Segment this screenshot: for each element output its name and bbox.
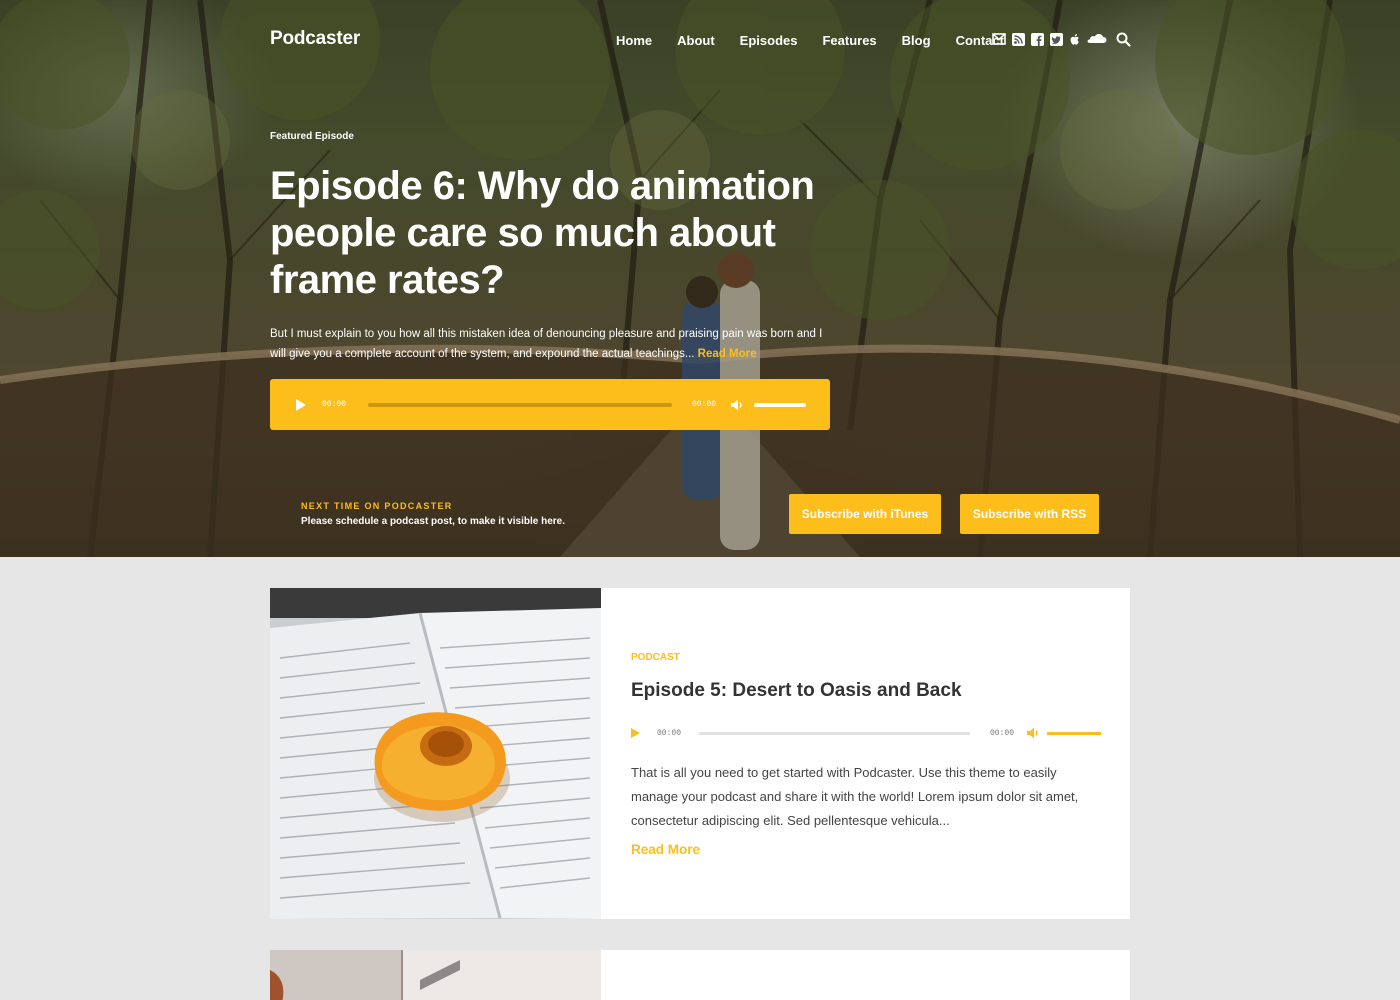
rss-icon[interactable] — [1011, 32, 1025, 46]
episode-read-more-link[interactable]: Read More — [631, 842, 700, 857]
episode-title[interactable]: Episode 5: Desert to Oasis and Back — [631, 680, 962, 702]
mail-icon[interactable] — [992, 32, 1006, 46]
play-icon[interactable] — [296, 398, 306, 411]
volume-slider[interactable] — [754, 402, 806, 407]
next-time-text: Please schedule a podcast post, to make … — [301, 516, 565, 527]
current-time: 00:00 — [322, 400, 347, 409]
nav-item-episodes[interactable]: Episodes — [740, 33, 798, 48]
hero-banner: Podcaster Home About Episodes Features B… — [0, 0, 1400, 557]
play-icon[interactable] — [631, 728, 640, 738]
nav-item-features[interactable]: Features — [822, 33, 876, 48]
search-icon[interactable] — [1116, 32, 1131, 47]
next-time-label: NEXT TIME ON PODCASTER — [301, 501, 453, 511]
subscribe-itunes-button[interactable]: Subscribe with iTunes — [789, 494, 941, 534]
book-peach-image — [270, 588, 601, 919]
main-nav: Home About Episodes Features Blog Contac… — [616, 33, 1029, 48]
episode-card — [270, 950, 1130, 1000]
progress-bar[interactable] — [368, 402, 672, 407]
featured-title[interactable]: Episode 6: Why do animation people care … — [270, 163, 830, 304]
volume-slider[interactable] — [1047, 731, 1101, 735]
volume-icon[interactable] — [1026, 726, 1040, 740]
episode-excerpt: That is all you need to get started with… — [631, 765, 1079, 828]
nav-item-blog[interactable]: Blog — [902, 33, 931, 48]
episode-audio-player: 00:00 00:00 — [631, 725, 1101, 741]
apple-icon[interactable] — [1068, 32, 1082, 46]
subscribe-rss-button[interactable]: Subscribe with RSS — [960, 494, 1099, 534]
volume-icon[interactable] — [730, 398, 744, 412]
nav-item-home[interactable]: Home — [616, 33, 652, 48]
current-time: 00:00 — [657, 728, 682, 738]
episode-thumbnail[interactable] — [270, 588, 601, 919]
episode-thumbnail-image — [270, 950, 601, 1000]
facebook-icon[interactable] — [1030, 32, 1044, 46]
duration: 00:00 — [691, 400, 716, 409]
episode-thumbnail[interactable] — [270, 950, 601, 1000]
duration: 00:00 — [989, 728, 1014, 738]
episode-card: PODCAST Episode 5: Desert to Oasis and B… — [270, 588, 1130, 919]
episode-category[interactable]: PODCAST — [631, 652, 680, 663]
social-links — [992, 32, 1107, 46]
featured-excerpt: But I must explain to you how all this m… — [270, 324, 830, 364]
featured-eyebrow: Featured Episode — [270, 131, 354, 142]
featured-audio-player: 00:00 00:00 — [270, 379, 830, 430]
site-logo[interactable]: Podcaster — [270, 28, 360, 50]
soundcloud-icon[interactable] — [1087, 32, 1107, 46]
twitter-icon[interactable] — [1049, 32, 1063, 46]
progress-bar[interactable] — [699, 731, 970, 735]
nav-item-about[interactable]: About — [677, 33, 715, 48]
featured-read-more-link[interactable]: Read More — [698, 348, 757, 360]
next-episode-strip: NEXT TIME ON PODCASTER Please schedule a… — [270, 470, 1130, 557]
